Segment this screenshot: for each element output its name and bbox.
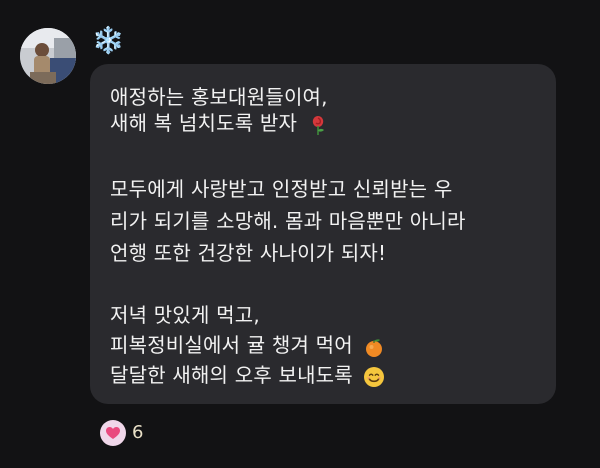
rose-icon bbox=[312, 115, 324, 135]
message-line: 애정하는 홍보대원들이여, bbox=[110, 85, 328, 109]
avatar-photo-icon bbox=[20, 28, 76, 84]
reaction-count: 6 bbox=[132, 422, 144, 443]
message-line: 새해 복 넘치도록 받자 bbox=[110, 111, 298, 135]
smiling-face-icon bbox=[364, 366, 385, 387]
message-line-with-rose: 새해 복 넘치도록 받자 bbox=[110, 110, 328, 136]
message-line-with-tangerine: 피복정비실에서 귤 챙겨 먹어 bbox=[110, 332, 385, 358]
sender-name[interactable]: ❄️ bbox=[92, 28, 124, 54]
heart-icon bbox=[106, 427, 120, 439]
message-line-with-smile: 달달한 새해의 오후 보내도록 bbox=[110, 362, 385, 388]
message-line: 모두에게 사랑받고 인정받고 신뢰받는 우 bbox=[110, 177, 453, 201]
chat-screen: ❄️ 애정하는 홍보대원들이여, 새해 복 넘치도록 받자 모두에게 사랑받고 … bbox=[0, 0, 600, 468]
message-line: 저녁 맛있게 먹고, bbox=[110, 303, 260, 327]
message-bubble[interactable]: 애정하는 홍보대원들이여, 새해 복 넘치도록 받자 모두에게 사랑받고 인정받… bbox=[90, 64, 556, 404]
reaction-summary[interactable]: 6 bbox=[100, 420, 143, 446]
sender-avatar[interactable] bbox=[20, 28, 76, 84]
message-line: 달달한 새해의 오후 보내도록 bbox=[110, 363, 353, 387]
message-line: 피복정비실에서 귤 챙겨 먹어 bbox=[110, 333, 353, 357]
tangerine-icon bbox=[366, 338, 383, 357]
heart-reaction-badge[interactable] bbox=[100, 420, 126, 446]
message-line: 리가 되기를 소망해. 몸과 마음뿐만 아니라 bbox=[110, 209, 466, 233]
message-line: 언행 또한 건강한 사나이가 되자! bbox=[110, 241, 387, 265]
